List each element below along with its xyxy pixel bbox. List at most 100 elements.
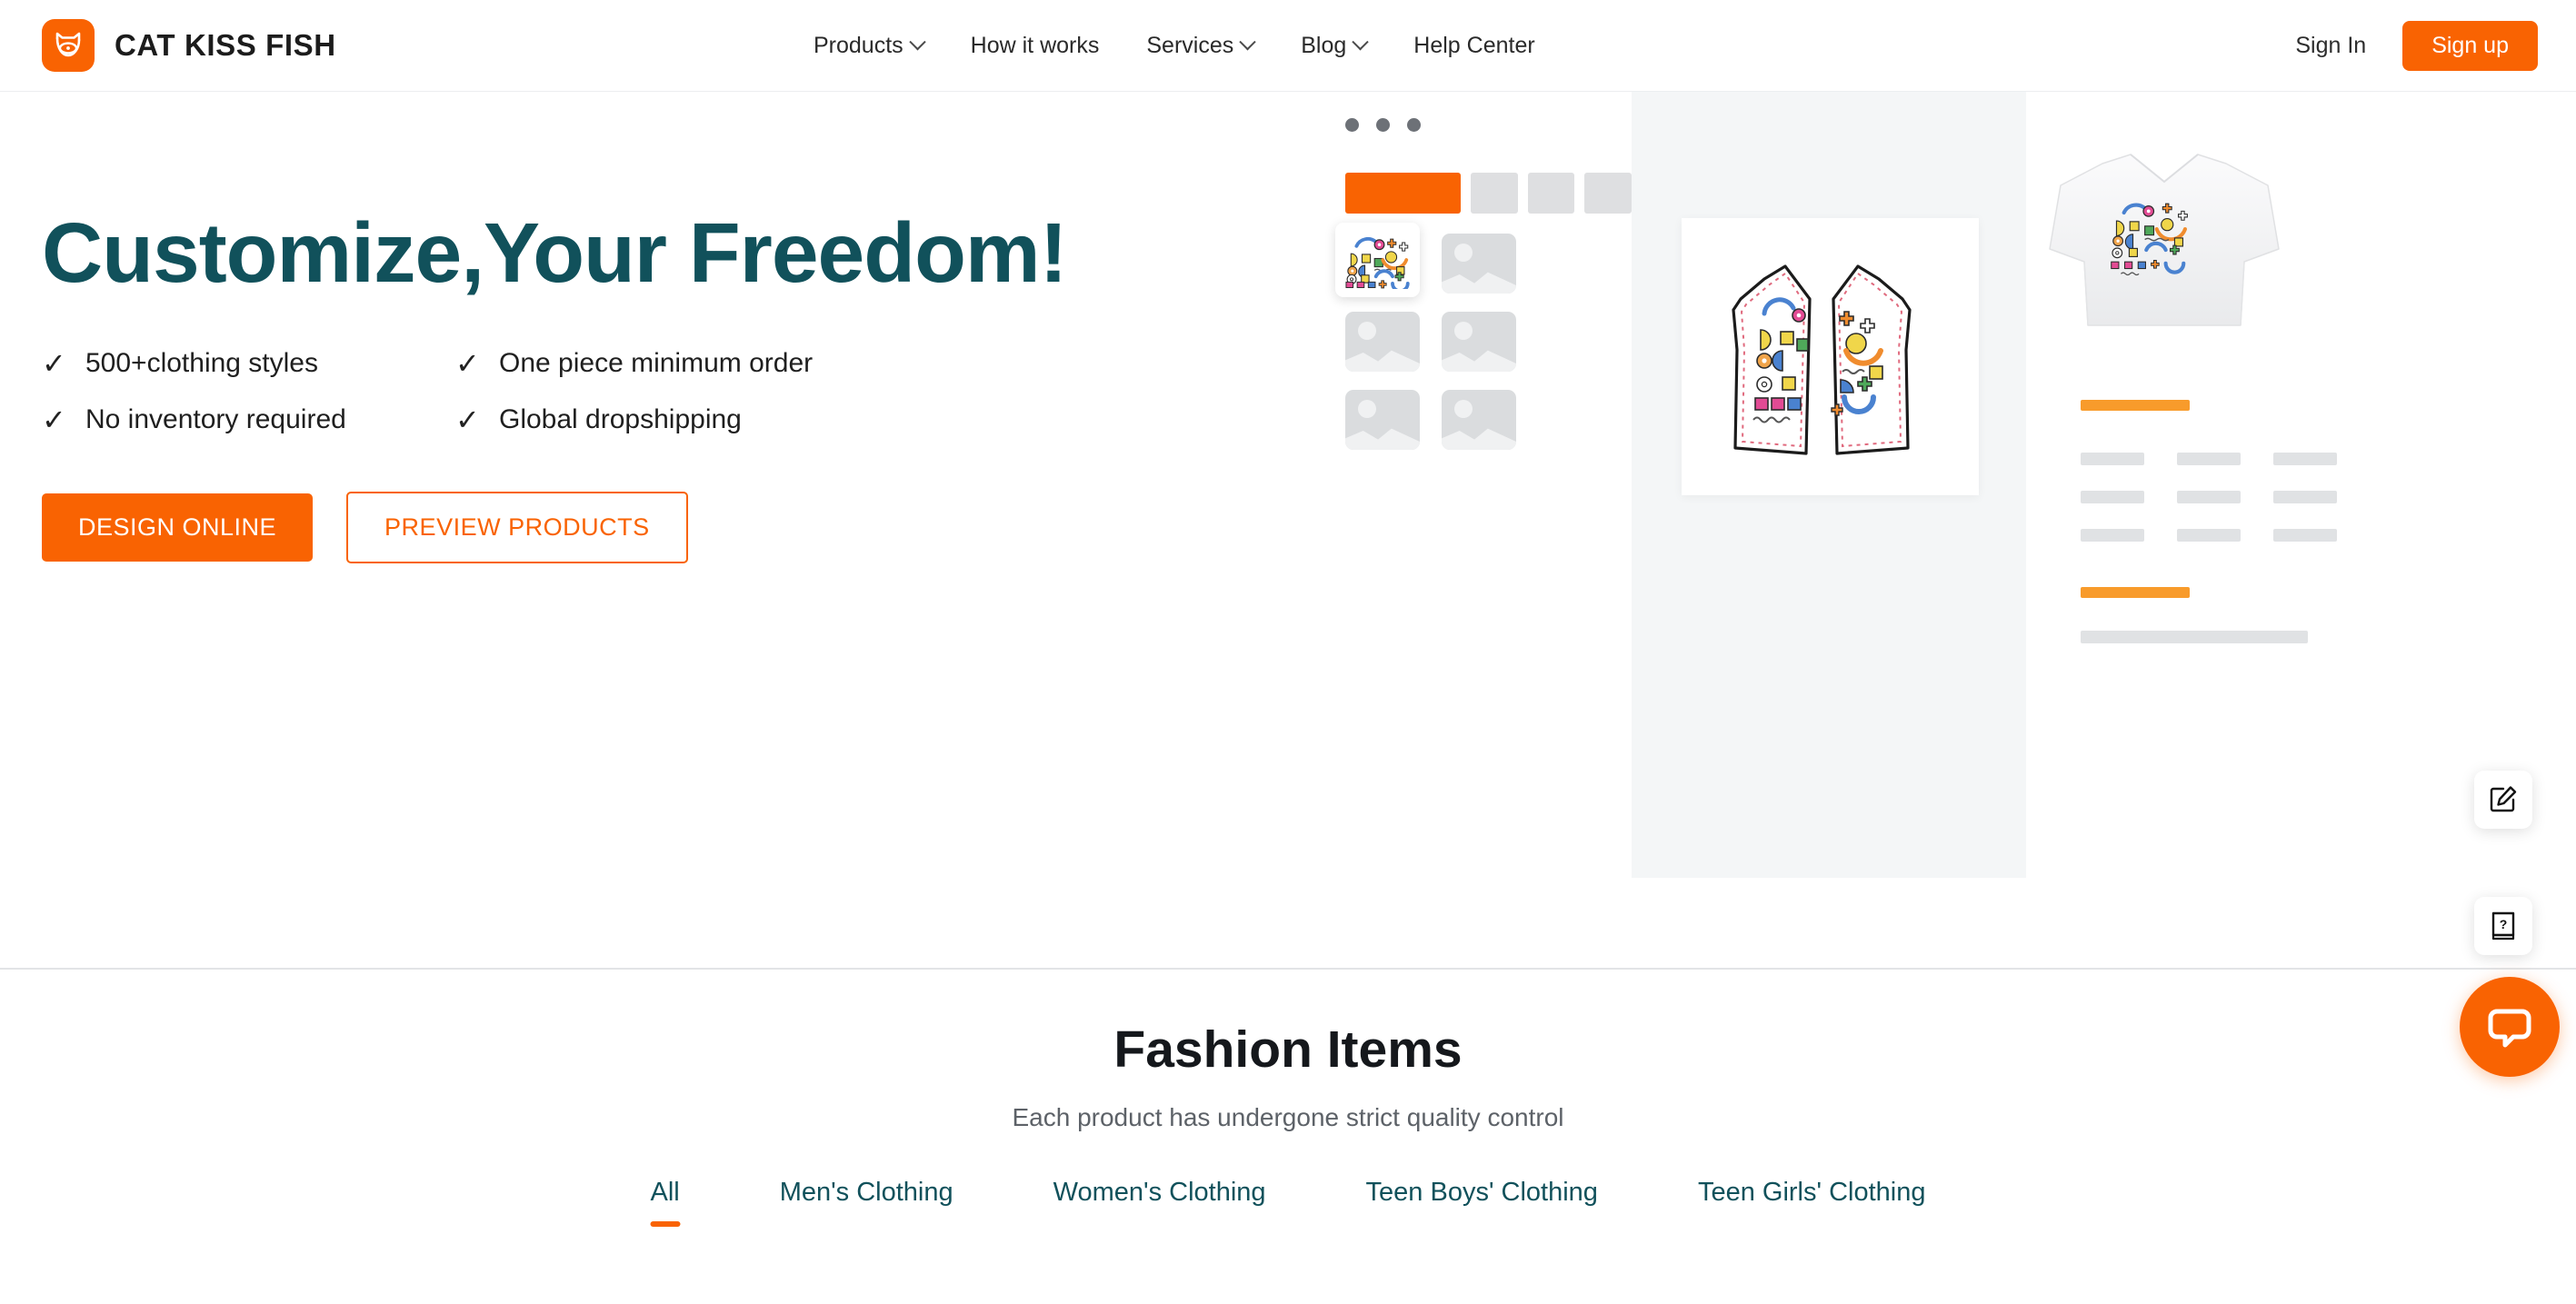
active-tab-underline (650, 1221, 681, 1227)
chevron-down-icon (1352, 33, 1369, 50)
panel-bar (2177, 529, 2241, 542)
nav-label: How it works (970, 33, 1100, 58)
panel-bar (2177, 453, 2241, 465)
sign-in-link[interactable]: Sign In (2295, 33, 2366, 59)
vest-pattern-design[interactable] (1682, 218, 1979, 495)
panel-bar-accent (2081, 400, 2190, 411)
cat-fish-logo-icon (42, 19, 95, 72)
category-tab-mens-clothing[interactable]: Men's Clothing (730, 1178, 1003, 1208)
section-subtitle: Each product has undergone strict qualit… (1012, 1103, 1564, 1131)
category-tab-all[interactable]: All (600, 1178, 729, 1227)
site-header: CAT KISS FISH Products How it works Serv… (0, 0, 2576, 91)
floating-widgets: ? (2460, 771, 2576, 1077)
window-dot (1407, 118, 1421, 132)
sign-up-button[interactable]: Sign up (2402, 20, 2538, 71)
thumbnail-placeholder[interactable] (1345, 390, 1420, 450)
white-shirt-preview (2037, 134, 2291, 362)
panel-bar (2273, 453, 2337, 465)
hero-divider (0, 968, 2576, 970)
nav-item-help-center[interactable]: Help Center (1390, 0, 1558, 91)
category-tab-label: Men's Clothing (779, 1178, 954, 1207)
nav-label: Products (814, 33, 904, 58)
hero-cta-row: DESIGN ONLINE PREVIEW PRODUCTS (42, 491, 1260, 563)
check-icon: ✓ (455, 403, 480, 436)
feature-item: ✓ No inventory required (42, 404, 455, 435)
preview-products-button[interactable]: PREVIEW PRODUCTS (346, 491, 688, 563)
product-preview-panel (2026, 91, 2576, 878)
nav-item-how-it-works[interactable]: How it works (947, 0, 1123, 91)
mock-tab-active[interactable] (1345, 173, 1462, 214)
check-icon: ✓ (455, 346, 480, 380)
category-tab-bar: All Men's Clothing Women's Clothing Teen… (0, 1178, 2576, 1227)
thumbnail-cell (1345, 312, 1420, 372)
category-tab-label: All (650, 1178, 680, 1207)
category-tab-label: Teen Boys' Clothing (1365, 1178, 1598, 1207)
check-icon: ✓ (42, 346, 66, 380)
thumbnail-placeholder[interactable] (1442, 312, 1516, 372)
panel-bar (2273, 491, 2337, 503)
hero-section: Customize,Your Freedom! ✓ 500+clothing s… (0, 91, 2576, 970)
panel-bar (2177, 491, 2241, 503)
chat-bubble-icon[interactable] (2460, 977, 2560, 1077)
help-book-icon[interactable]: ? (2474, 897, 2532, 955)
mock-tab-row (1345, 173, 1632, 214)
thumbnail-placeholder[interactable] (1345, 312, 1420, 372)
panel-bar (2273, 529, 2337, 542)
design-online-button[interactable]: DESIGN ONLINE (42, 493, 314, 562)
feature-item: ✓ One piece minimum order (455, 348, 951, 379)
thumbnail-placeholder[interactable] (1442, 234, 1516, 294)
feature-label: One piece minimum order (499, 347, 814, 378)
check-icon: ✓ (42, 403, 66, 436)
window-dot (1376, 118, 1390, 132)
window-dots (1345, 118, 1421, 132)
feature-label: Global dropshipping (499, 403, 742, 434)
mock-thumbnail-grid (1335, 223, 1518, 450)
thumbnail-cell (1442, 390, 1516, 450)
feature-label: 500+clothing styles (85, 347, 318, 378)
nav-label: Help Center (1413, 33, 1535, 58)
category-tab-teen-girls-clothing[interactable]: Teen Girls' Clothing (1648, 1178, 1976, 1208)
hero-copy: Customize,Your Freedom! ✓ 500+clothing s… (42, 205, 1260, 563)
window-dot (1345, 118, 1359, 132)
nav-item-blog[interactable]: Blog (1277, 0, 1390, 91)
category-tab-label: Women's Clothing (1053, 1178, 1266, 1207)
hero-feature-list: ✓ 500+clothing styles ✓ One piece minimu… (42, 348, 951, 435)
panel-bar-accent (2081, 587, 2190, 598)
category-tab-label: Teen Girls' Clothing (1697, 1178, 1926, 1207)
hero-title: Customize,Your Freedom! (42, 205, 1068, 300)
thumbnail-cell (1442, 234, 1516, 294)
fashion-items-section: Fashion Items Each product has undergone… (0, 879, 2576, 1304)
panel-bar (2081, 453, 2144, 465)
mock-tab[interactable] (1584, 173, 1632, 214)
nav-label: Blog (1301, 33, 1347, 58)
nav-item-products[interactable]: Products (790, 0, 947, 91)
thumbnail-cell (1335, 223, 1420, 297)
thumbnail-cell (1345, 390, 1420, 450)
edit-pencil-icon[interactable] (2474, 771, 2532, 829)
chevron-down-icon (908, 33, 926, 50)
header-actions: Sign In Sign up (2295, 0, 2538, 91)
thumbnail-cell (1442, 312, 1516, 372)
panel-bar (2081, 491, 2144, 503)
feature-item: ✓ 500+clothing styles (42, 348, 455, 379)
category-tab-teen-boys-clothing[interactable]: Teen Boys' Clothing (1316, 1178, 1648, 1208)
thumbnail-placeholder[interactable] (1442, 390, 1516, 450)
thumbnail-selected[interactable] (1335, 223, 1420, 297)
hero-app-mock (1309, 91, 2576, 878)
feature-label: No inventory required (85, 403, 346, 434)
nav-item-services[interactable]: Services (1123, 0, 1277, 91)
mock-tab[interactable] (1527, 173, 1575, 214)
panel-placeholder-bars (2081, 400, 2576, 643)
category-tab-womens-clothing[interactable]: Women's Clothing (1003, 1178, 1316, 1208)
panel-bar (2081, 529, 2144, 542)
feature-item: ✓ Global dropshipping (455, 404, 951, 435)
panel-bar-wide (2081, 631, 2308, 643)
svg-text:?: ? (2500, 917, 2508, 931)
brand-logo[interactable]: CAT KISS FISH (42, 19, 336, 72)
mock-tab[interactable] (1471, 173, 1518, 214)
nav-label: Services (1146, 33, 1234, 58)
chevron-down-icon (1239, 33, 1256, 50)
panel-option-grid (2081, 453, 2576, 542)
page-root: CAT KISS FISH Products How it works Serv… (0, 0, 2576, 1304)
brand-name: CAT KISS FISH (115, 28, 336, 62)
